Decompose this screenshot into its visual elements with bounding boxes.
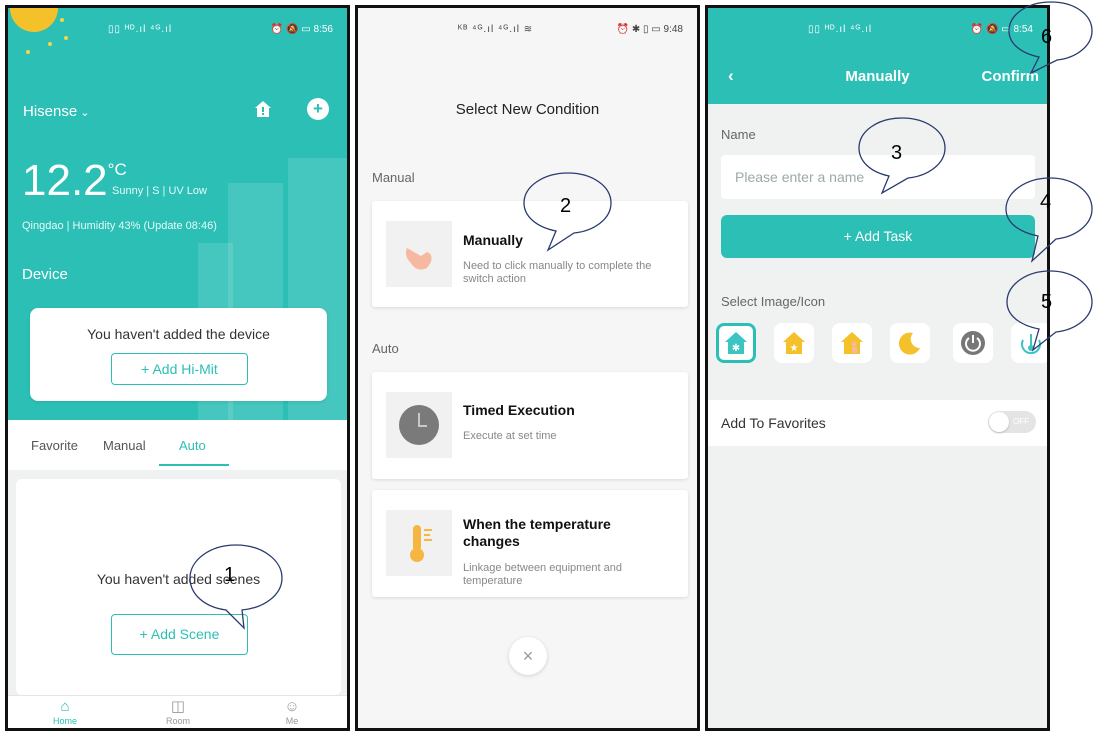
condition-title: When the temperature changes: [463, 516, 611, 549]
clock-icon: [386, 392, 452, 458]
name-field-label: Name: [721, 127, 756, 142]
select-condition-screen: ᴷᴮ ⁴ᴳ.ıl ⁴ᴳ.ıl ≋ ⏰ ✱ ▯ ▭ 9:48 Select New…: [355, 5, 700, 731]
home-icon: ⌂: [60, 698, 70, 715]
no-device-card: You haven't added the device + Add Hi-Mi…: [30, 308, 327, 401]
door-icon: ◫: [170, 698, 186, 715]
annotation-bubble-2: 2: [520, 170, 615, 255]
select-image-label: Select Image/Icon: [721, 294, 826, 309]
no-scene-card: You haven't added scenes + Add Scene: [16, 479, 341, 695]
add-hi-mit-button[interactable]: + Add Hi-Mit: [111, 353, 248, 385]
star-house-icon[interactable]: ★: [774, 323, 814, 363]
moon-icon[interactable]: [890, 323, 930, 363]
chevron-down-icon: ⌄: [80, 107, 90, 119]
sun-ray-icon: [26, 50, 30, 54]
home-header-area: Hisense ⌄ + 12.2°C Sunny | S | UV Low Qin…: [8, 8, 347, 423]
nav-me[interactable]: ☺ Me: [267, 698, 317, 726]
annotation-bubble-3: 3: [855, 115, 950, 200]
home-selector[interactable]: Hisense ⌄: [23, 103, 89, 120]
condition-description: Linkage between equipment and temperatur…: [463, 562, 623, 587]
sun-ray-icon: [64, 36, 68, 40]
no-device-message: You haven't added the device: [87, 326, 270, 342]
signal-indicators: ᴷᴮ ⁴ᴳ.ıl ⁴ᴳ.ıl ≋: [458, 24, 534, 35]
thermometer-icon: [386, 510, 452, 576]
condition-card-temperature[interactable]: When the temperature changes Linkage bet…: [372, 490, 688, 597]
annotation-bubble-4: 4: [1002, 175, 1095, 265]
tab-favorite[interactable]: Favorite: [31, 438, 78, 453]
condition-description: Need to click manually to complete the s…: [463, 260, 652, 285]
condition-title: Timed Execution: [463, 402, 575, 418]
annotation-bubble-1: 1: [186, 542, 286, 632]
page-title: Select New Condition: [455, 101, 600, 118]
home-screen: Hisense ⌄ + 12.2°C Sunny | S | UV Low Qin…: [5, 5, 350, 731]
snowflake-house-icon[interactable]: ✱: [716, 323, 756, 363]
tab-manual[interactable]: Manual: [103, 438, 146, 453]
signal-indicators: ▯▯ ᴴᴰ.ıl ⁴ᴳ.ıl: [808, 24, 873, 35]
add-icon[interactable]: +: [307, 98, 329, 120]
condition-title: Manually: [463, 232, 523, 248]
toggle-state-text: OFF: [1013, 417, 1029, 426]
hand-tap-icon: [386, 221, 452, 287]
signal-indicators: ▯▯ ᴴᴰ.ıl ⁴ᴳ.ıl: [108, 24, 173, 35]
device-section-title: Device: [22, 266, 68, 283]
status-bar: ᴷᴮ ⁴ᴳ.ıl ⁴ᴳ.ıl ≋ ⏰ ✱ ▯ ▭ 9:48: [358, 8, 697, 35]
home-name: Hisense: [23, 103, 78, 120]
svg-text:★: ★: [790, 343, 799, 354]
temperature-readout: 12.2°C: [22, 156, 127, 205]
section-auto-label: Auto: [372, 341, 399, 356]
status-right: ⏰ ✱ ▯ ▭ 9:48: [616, 24, 683, 35]
nav-home[interactable]: ⌂ Home: [40, 698, 90, 726]
tab-auto[interactable]: Auto: [179, 438, 206, 453]
no-scene-message: You haven't added scenes: [96, 571, 261, 587]
bottom-navigation: ⌂ Home ◫ Room ☺ Me: [8, 695, 347, 728]
house-alert-icon[interactable]: [254, 100, 272, 118]
status-bar: ▯▯ ᴴᴰ.ıl ⁴ᴳ.ıl ⏰ 🔕 ▭ 8:54: [708, 8, 1047, 35]
profile-icon: ☺: [284, 698, 300, 715]
scene-tabs: Favorite Manual Auto: [8, 420, 347, 470]
location-humidity: Qingdao | Humidity 43% (Update 08:46): [22, 220, 217, 232]
add-task-button[interactable]: + Add Task: [721, 215, 1035, 258]
toggle-knob: [989, 412, 1009, 432]
favorites-toggle[interactable]: OFF: [988, 411, 1036, 433]
favorites-row: Add To Favorites OFF: [708, 400, 1047, 446]
status-right: ⏰ 🔕 ▭ 8:56: [270, 24, 333, 35]
power-icon[interactable]: [953, 323, 993, 363]
section-manual-label: Manual: [372, 170, 415, 185]
condition-card-timed[interactable]: Timed Execution Execute at set time: [372, 372, 688, 479]
annotation-bubble-5: 5: [1003, 268, 1095, 358]
close-button[interactable]: ×: [509, 637, 547, 675]
nav-room[interactable]: ◫ Room: [153, 698, 203, 726]
active-tab-indicator: [159, 464, 229, 466]
weather-summary: Sunny | S | UV Low: [112, 185, 207, 197]
sun-ray-icon: [48, 42, 52, 46]
favorites-label: Add To Favorites: [721, 415, 826, 431]
status-bar: ▯▯ ᴴᴰ.ıl ⁴ᴳ.ıl ⏰ 🔕 ▭ 8:56: [8, 8, 347, 35]
annotation-bubble-6: 6: [1005, 0, 1095, 75]
condition-description: Execute at set time: [463, 430, 557, 442]
svg-text:✱: ✱: [732, 343, 740, 354]
person-house-icon[interactable]: [832, 323, 872, 363]
manual-scene-edit-screen: ‹ Manually Confirm ▯▯ ᴴᴰ.ıl ⁴ᴳ.ıl ⏰ 🔕 ▭ …: [705, 5, 1050, 731]
